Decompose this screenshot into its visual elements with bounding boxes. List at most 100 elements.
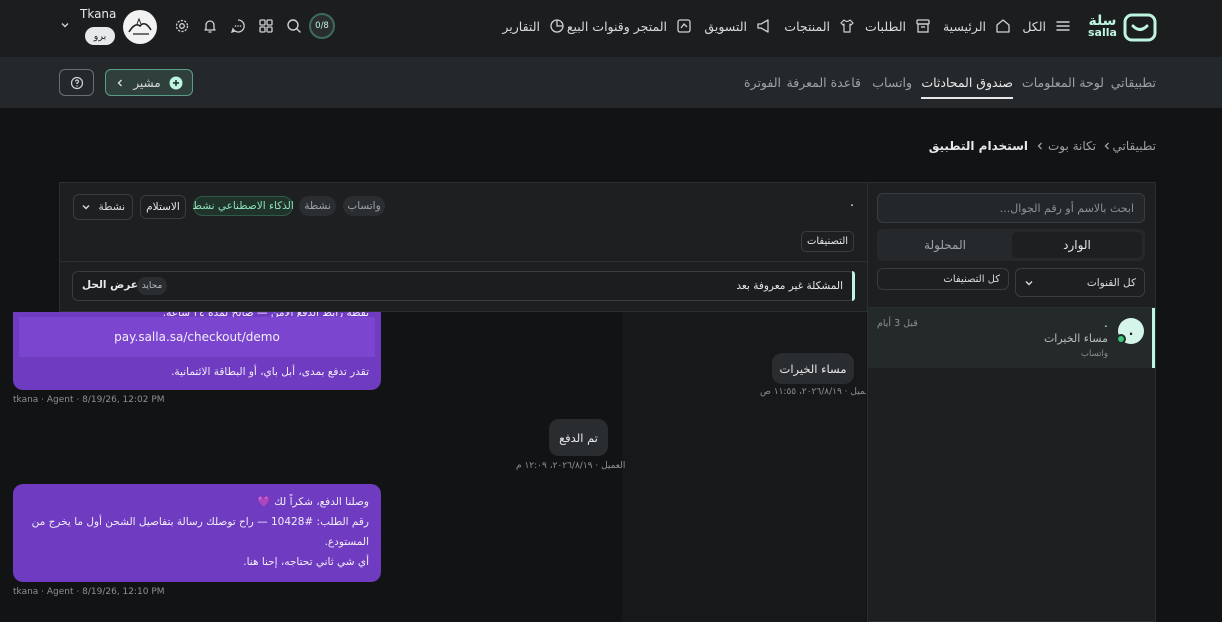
help-button[interactable] — [59, 69, 94, 96]
nav-home-label: الرئيسية — [942, 18, 986, 34]
nav-reports[interactable]: التقارير — [502, 14, 566, 38]
breadcrumb-chevron-icon — [1104, 142, 1109, 150]
agent-message-payment-link: نقطة رابط الدفع الآمن — صالح لمدة ٢٤ ساع… — [13, 312, 381, 390]
chip-ai-active: الذكاء الاصطناعي نشط — [192, 196, 294, 216]
nav-orders[interactable]: الطلبات — [865, 14, 932, 38]
receive-button[interactable]: الاستلام — [140, 195, 186, 219]
nav-all-label: الكل — [1022, 18, 1046, 34]
tab-incoming-label: الوارد — [1063, 238, 1091, 252]
setup-progress-text: 0/8 — [315, 21, 329, 31]
store-logo-icon — [128, 17, 152, 35]
customer-message-paid: تم الدفع — [549, 419, 608, 456]
payment-link-text: pay.salla.sa/checkout/demo — [114, 330, 280, 344]
inbox-tabs: الوارد المحلولة — [877, 229, 1145, 261]
breadcrumb-current: استخدام التطبيق — [928, 139, 1028, 153]
customer-message-greeting-text: مساء الخيرات — [779, 361, 847, 376]
payment-link-box[interactable]: pay.salla.sa/checkout/demo — [19, 317, 375, 357]
agent-confirmation-line-1: وصلنا الدفع، شكراً لك 💜 — [257, 496, 369, 508]
top-navigation: سلة salla الكل الرئيسية الطلبات المنتجات… — [0, 0, 1222, 57]
home-icon — [996, 19, 1010, 33]
conversation-list-panel: ابحث بالاسم أو رقم الجوال... الوارد المح… — [867, 182, 1156, 622]
orders-box-icon — [916, 19, 930, 33]
status-select-value: نشطة — [98, 201, 125, 213]
chevron-down-icon — [82, 205, 90, 210]
breadcrumb-my-apps[interactable]: تطبيقاتي — [1113, 139, 1157, 153]
nav-home[interactable]: الرئيسية — [943, 14, 1012, 38]
channels-filter-value: كل القنوات — [1086, 276, 1136, 289]
help-circle-icon — [70, 76, 83, 89]
tab-resolved-label: المحلولة — [924, 238, 966, 252]
chat-icon[interactable] — [227, 15, 249, 37]
tab-knowledge-base[interactable]: قاعدة المعرفة — [787, 75, 861, 90]
breadcrumb-chevron-icon — [1037, 142, 1042, 150]
store-name: Tkana — [80, 7, 117, 21]
settings-gear-icon[interactable] — [171, 15, 193, 37]
conversation-channel: واتساب — [1080, 349, 1108, 359]
tab-billing[interactable]: الفوترة — [744, 75, 781, 90]
sentiment-badge: محايد — [137, 277, 167, 295]
chat-header-panel: . واتساب نشطة الذكاء الاصطناعي نشط الاست… — [59, 182, 868, 312]
tab-whatsapp[interactable]: واتساب — [872, 75, 912, 90]
issue-text: المشكلة غير معروفة بعد — [736, 280, 843, 292]
categories-filter-select[interactable]: كل التصنيفات — [877, 268, 1009, 290]
store-avatar[interactable] — [123, 10, 157, 44]
nav-products-label: المنتجات — [784, 18, 830, 34]
tab-resolved[interactable]: المحلولة — [880, 232, 1010, 258]
nav-store-label: المتجر وقنوات البيع — [566, 18, 667, 34]
customer-message-greeting: مساء الخيرات — [772, 353, 854, 384]
megaphone-icon — [757, 19, 769, 33]
setup-progress-badge[interactable]: 0/8 — [309, 13, 335, 39]
agent-message-confirmation: وصلنا الدفع، شكراً لك 💜 رقم الطلب: #1042… — [13, 484, 381, 582]
issue-summary-bar: المشكلة غير معروفة بعد محايد عرض الحل — [72, 271, 855, 301]
shirt-icon — [840, 19, 854, 33]
tab-inbox[interactable]: صندوق المحادثات — [921, 75, 1013, 99]
customer-message-paid-text: تم الدفع — [559, 430, 598, 445]
menu-icon — [1056, 21, 1070, 31]
search-placeholder: ابحث بالاسم أو رقم الجوال... — [999, 202, 1134, 215]
agent-confirmation-line-3: المستودع. — [324, 536, 369, 548]
nav-marketing[interactable]: التسويق — [704, 14, 773, 38]
tab-inbox-incoming[interactable]: الوارد — [1012, 232, 1142, 258]
nav-orders-label: الطلبات — [864, 18, 906, 34]
apps-grid-icon[interactable] — [255, 15, 277, 37]
search-icon[interactable] — [283, 15, 305, 37]
plan-badge: برو — [85, 27, 115, 45]
conversation-list-item[interactable]: . . مساء الخيرات واتساب قبل 3 أيام — [868, 308, 1155, 368]
channels-filter-select[interactable]: كل القنوات — [1015, 268, 1145, 297]
categories-button[interactable]: التصنيفات — [801, 231, 854, 252]
sentiment-badge-label: محايد — [141, 281, 163, 291]
plus-circle-icon — [169, 76, 183, 89]
payment-methods-text: تقدر تدفع بمدى، أبل باي، أو البطاقة الائ… — [171, 366, 369, 378]
app-subnav: تطبيقاتي لوحة المعلومات صندوق المحادثات … — [0, 57, 1222, 108]
view-solution-link[interactable]: عرض الحل — [82, 279, 138, 291]
chip-ai-label: الذكاء الاصطناعي نشط — [192, 200, 294, 212]
bell-icon[interactable] — [199, 15, 221, 37]
conversation-search-input[interactable]: ابحث بالاسم أو رقم الجوال... — [877, 193, 1145, 223]
mushir-label: مشير — [133, 75, 161, 90]
tab-my-apps[interactable]: تطبيقاتي — [1111, 75, 1156, 90]
breadcrumb-tkana-bot[interactable]: تكانة بوت — [1048, 139, 1096, 153]
status-select[interactable]: نشطة — [73, 194, 133, 220]
store-icon — [677, 19, 691, 33]
pie-chart-icon — [550, 19, 564, 33]
chevron-left-icon — [117, 79, 123, 86]
customer-message-meta: العميل · ٢٠٢٦/٨/١٩، ١١:٥٥ ص — [760, 387, 866, 397]
chevron-down-icon — [1025, 280, 1033, 285]
receive-button-label: الاستلام — [146, 201, 180, 213]
chip-whatsapp: واتساب — [343, 196, 385, 216]
nav-products[interactable]: المنتجات — [784, 14, 856, 38]
tab-dashboard[interactable]: لوحة المعلومات — [1022, 75, 1104, 90]
nav-marketing-label: التسويق — [704, 18, 747, 34]
messages-area: نقطة رابط الدفع الآمن — صالح لمدة ٢٤ ساع… — [0, 312, 866, 622]
nav-reports-label: التقارير — [502, 18, 540, 34]
categories-button-label: التصنيفات — [806, 236, 849, 247]
salla-logo[interactable]: سلة salla — [1088, 10, 1158, 44]
chip-status-label: نشطة — [304, 200, 331, 212]
chat-contact-name: . — [850, 195, 855, 210]
mushir-button[interactable]: مشير — [105, 69, 193, 96]
conversation-time: قبل 3 أيام — [877, 318, 918, 329]
account-chevron-down-icon[interactable] — [59, 19, 71, 31]
nav-all[interactable]: الكل — [1022, 14, 1072, 38]
brand-name-en: salla — [1088, 26, 1117, 39]
nav-store[interactable]: المتجر وقنوات البيع — [567, 14, 693, 38]
